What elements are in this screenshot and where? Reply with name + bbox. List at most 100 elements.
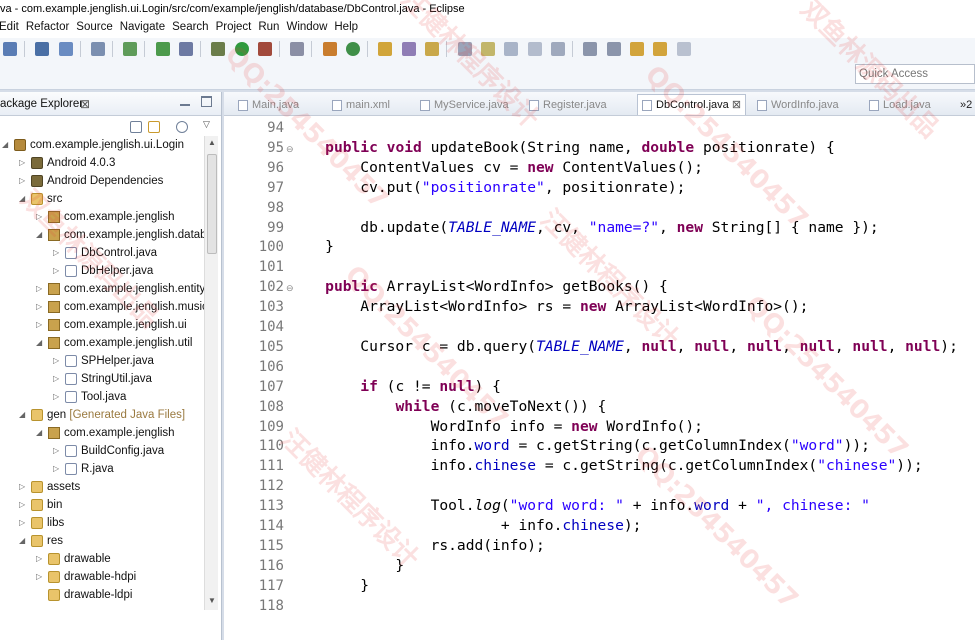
- collapsed-arrow-icon[interactable]: ▷: [19, 496, 29, 514]
- toggle-mark-occurrences-icon[interactable]: [457, 42, 472, 56]
- link-with-editor-icon[interactable]: [148, 121, 160, 133]
- minimize-icon[interactable]: [180, 96, 190, 106]
- block-selection-icon[interactable]: [504, 42, 519, 56]
- quick-access-input[interactable]: Quick Access: [855, 64, 975, 84]
- menu-item-project[interactable]: Project: [216, 20, 259, 33]
- tree-item[interactable]: drawable-ldpi: [36, 586, 132, 604]
- collapsed-arrow-icon[interactable]: ▷: [36, 550, 46, 568]
- tree-item[interactable]: ▷ Android 4.0.3: [19, 154, 115, 172]
- back-icon[interactable]: [653, 42, 668, 56]
- collapsed-arrow-icon[interactable]: ▷: [36, 298, 46, 316]
- tree-item[interactable]: ▷ com.example.jenglish: [36, 208, 175, 226]
- scroll-up-icon[interactable]: ▲: [208, 138, 216, 147]
- search-icon[interactable]: [425, 42, 440, 56]
- tree-item[interactable]: ◢ com.example.jenglish.databa: [36, 226, 204, 244]
- expanded-arrow-icon[interactable]: ◢: [19, 532, 29, 550]
- highlight-icon[interactable]: [480, 42, 495, 56]
- menu-item-refactor[interactable]: Refactor: [26, 20, 76, 33]
- tree-item[interactable]: ◢ com.example.jenglish.ui.Login: [2, 136, 184, 154]
- expanded-arrow-icon[interactable]: ◢: [36, 424, 46, 442]
- collapsed-arrow-icon[interactable]: ▷: [53, 442, 63, 460]
- expanded-arrow-icon[interactable]: ◢: [36, 334, 46, 352]
- new-java-class-icon[interactable]: [346, 42, 361, 56]
- editor-tab[interactable]: MyService.java: [420, 96, 509, 115]
- tree-item[interactable]: ▷ Tool.java: [53, 388, 126, 406]
- collapsed-arrow-icon[interactable]: ▷: [36, 316, 46, 334]
- tree-item[interactable]: ◢ com.example.jenglish.util: [36, 334, 192, 352]
- tree-scrollbar[interactable]: ▲ ▼: [204, 136, 218, 610]
- tree-item[interactable]: ▷ bin: [19, 496, 62, 514]
- tree-item[interactable]: ◢ com.example.jenglish: [36, 424, 175, 442]
- tree-item[interactable]: ▷ libs: [19, 514, 64, 532]
- maximize-icon[interactable]: [201, 96, 212, 107]
- menu-item-search[interactable]: Search: [172, 20, 215, 33]
- editor-tab[interactable]: Load.java: [869, 96, 931, 115]
- tree-item[interactable]: ▷ BuildConfig.java: [53, 442, 164, 460]
- forward-icon[interactable]: [676, 42, 691, 56]
- menu-item-source[interactable]: Source: [76, 20, 119, 33]
- tree-item[interactable]: ▷ com.example.jenglish.ui: [36, 316, 187, 334]
- debug-icon[interactable]: [211, 42, 226, 56]
- editor-tab[interactable]: main.xml: [332, 96, 390, 115]
- editor-tab[interactable]: Register.java: [529, 96, 607, 115]
- tree-item[interactable]: ▷ DbControl.java: [53, 244, 157, 262]
- checkbox-icon[interactable]: [123, 42, 138, 56]
- collapsed-arrow-icon[interactable]: ▷: [53, 352, 63, 370]
- next-annotation-icon[interactable]: [583, 42, 598, 56]
- close-tab-icon[interactable]: ⊠: [729, 99, 741, 111]
- chevron-down-icon[interactable]: ▽: [203, 119, 210, 130]
- editor-tab[interactable]: Main.java: [238, 96, 299, 115]
- collapsed-arrow-icon[interactable]: ▷: [19, 172, 29, 190]
- close-icon[interactable]: ⊠: [80, 97, 90, 111]
- code-area[interactable]: public void updateBook(String name, doub…: [290, 116, 975, 640]
- tree-item[interactable]: ▷ Android Dependencies: [19, 172, 163, 190]
- save-icon[interactable]: [35, 42, 50, 56]
- tree-item[interactable]: ▷ drawable-hdpi: [36, 568, 136, 586]
- menu-item-edit[interactable]: Edit: [0, 20, 26, 33]
- external-tools-icon[interactable]: [258, 42, 273, 56]
- collapsed-arrow-icon[interactable]: ▷: [53, 262, 63, 280]
- collapsed-arrow-icon[interactable]: ▷: [19, 154, 29, 172]
- new-icon[interactable]: [3, 42, 17, 56]
- tree-item[interactable]: ▷ R.java: [53, 460, 114, 478]
- menu-item-window[interactable]: Window: [286, 20, 334, 33]
- editor-tab[interactable]: WordInfo.java: [757, 96, 839, 115]
- collapsed-arrow-icon[interactable]: ▷: [19, 514, 29, 532]
- package-explorer-tab[interactable]: ackage Explorer ⊠: [0, 92, 221, 116]
- tree-item[interactable]: ▷ drawable: [36, 550, 111, 568]
- menu-item-run[interactable]: Run: [258, 20, 286, 33]
- tree-item[interactable]: ▷ StringUtil.java: [53, 370, 152, 388]
- expanded-arrow-icon[interactable]: ◢: [19, 406, 29, 424]
- open-type-icon[interactable]: [378, 42, 393, 56]
- run-icon[interactable]: [234, 42, 249, 56]
- scrollbar-thumb[interactable]: [207, 154, 217, 254]
- expanded-arrow-icon[interactable]: ◢: [2, 136, 12, 154]
- expanded-arrow-icon[interactable]: ◢: [36, 226, 46, 244]
- collapsed-arrow-icon[interactable]: ▷: [53, 460, 63, 478]
- avd-icon[interactable]: [179, 42, 194, 56]
- collapsed-arrow-icon[interactable]: ▷: [19, 478, 29, 496]
- collapsed-arrow-icon[interactable]: ▷: [36, 568, 46, 586]
- print-icon[interactable]: [91, 42, 106, 56]
- collapsed-arrow-icon[interactable]: ▷: [53, 244, 63, 262]
- open-task-icon[interactable]: [401, 42, 416, 56]
- editor-tab[interactable]: DbControl.java ⊠: [637, 94, 747, 115]
- android-sdk-icon[interactable]: [155, 42, 170, 56]
- skip-breakpoints-icon[interactable]: [290, 42, 305, 56]
- pilcrow-icon[interactable]: [550, 42, 565, 56]
- tree-item[interactable]: ▷ com.example.jenglish.entity: [36, 280, 204, 298]
- view-menu-icon[interactable]: [176, 121, 188, 133]
- menu-item-navigate[interactable]: Navigate: [120, 20, 172, 33]
- collapsed-arrow-icon[interactable]: ▷: [53, 370, 63, 388]
- save-all-icon[interactable]: [58, 42, 73, 56]
- collapse-all-icon[interactable]: [130, 121, 142, 133]
- tree-item[interactable]: ◢ gen [Generated Java Files]: [19, 406, 185, 424]
- tree-item[interactable]: ◢ src: [19, 190, 62, 208]
- last-edit-location-icon[interactable]: [629, 42, 644, 56]
- previous-annotation-icon[interactable]: [606, 42, 621, 56]
- tree-item[interactable]: ▷ com.example.jenglish.music: [36, 298, 204, 316]
- tree-item[interactable]: ◢ res: [19, 532, 63, 550]
- collapsed-arrow-icon[interactable]: ▷: [53, 388, 63, 406]
- tree-item[interactable]: ▷ DbHelper.java: [53, 262, 153, 280]
- menu-item-help[interactable]: Help: [334, 20, 365, 33]
